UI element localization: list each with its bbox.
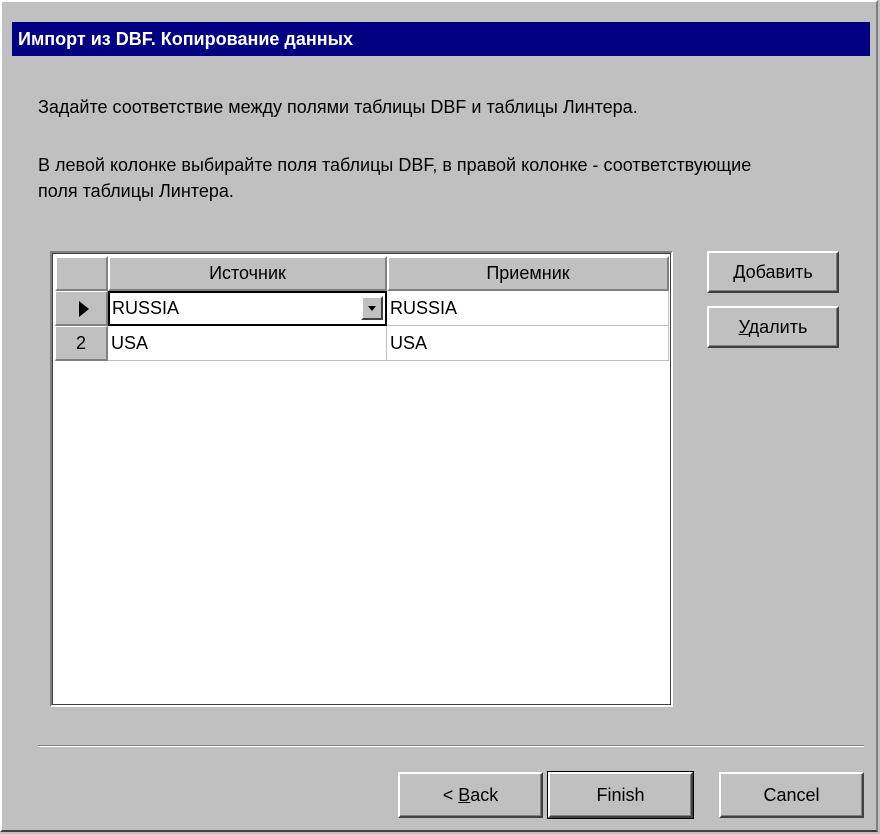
wizard-title: Импорт из DBF. Копирование данных xyxy=(12,22,870,56)
source-field-cell[interactable]: USA xyxy=(108,326,387,361)
instruction-text: Задайте соответствие между полями таблиц… xyxy=(38,97,638,117)
column-header-target[interactable]: Приемник xyxy=(387,256,669,291)
grid-body: Источник Приемник RUSSIA RUSSIA 2 USA US… xyxy=(55,256,669,361)
delete-label-rest: далить xyxy=(748,317,808,337)
back-prefix: < xyxy=(442,785,459,805)
dropdown-button[interactable] xyxy=(361,296,383,320)
back-label-rest: ack xyxy=(470,785,499,805)
target-field-cell[interactable]: RUSSIA xyxy=(387,291,669,326)
column-header-source[interactable]: Источник xyxy=(108,256,387,291)
row-pointer-icon xyxy=(79,301,89,318)
wizard-window: Импорт из DBF. Копирование данных Задайт… xyxy=(0,0,878,832)
delete-accel-char: У xyxy=(738,317,749,337)
cancel-button[interactable]: Cancel xyxy=(719,772,864,818)
add-accel-char: Д xyxy=(733,262,746,282)
delete-mapping-button[interactable]: Удалить xyxy=(707,306,839,348)
target-field-cell[interactable]: USA xyxy=(387,326,669,361)
grid-header-row: Источник Приемник xyxy=(55,256,669,291)
field-mapping-grid[interactable]: Источник Приемник RUSSIA RUSSIA 2 USA US… xyxy=(50,251,673,707)
source-field-combobox[interactable]: RUSSIA xyxy=(108,291,387,326)
chevron-down-icon xyxy=(368,306,376,311)
grid-corner-header xyxy=(55,256,108,291)
finish-button[interactable]: Finish xyxy=(547,771,694,819)
source-field-value: RUSSIA xyxy=(112,298,180,318)
add-mapping-button[interactable]: Добавить xyxy=(707,251,839,293)
footer-divider xyxy=(38,745,864,747)
add-label-rest: обавить xyxy=(745,262,813,282)
row-indicator[interactable] xyxy=(55,291,108,326)
table-row[interactable]: RUSSIA RUSSIA xyxy=(55,291,669,326)
table-row[interactable]: 2 USA USA xyxy=(55,326,669,361)
back-button[interactable]: < Back xyxy=(398,772,543,818)
instruction-detail-text: В левой колонке выбирайте поля таблицы D… xyxy=(38,155,752,201)
row-indicator[interactable]: 2 xyxy=(55,326,108,361)
back-accel-char: B xyxy=(458,785,471,805)
